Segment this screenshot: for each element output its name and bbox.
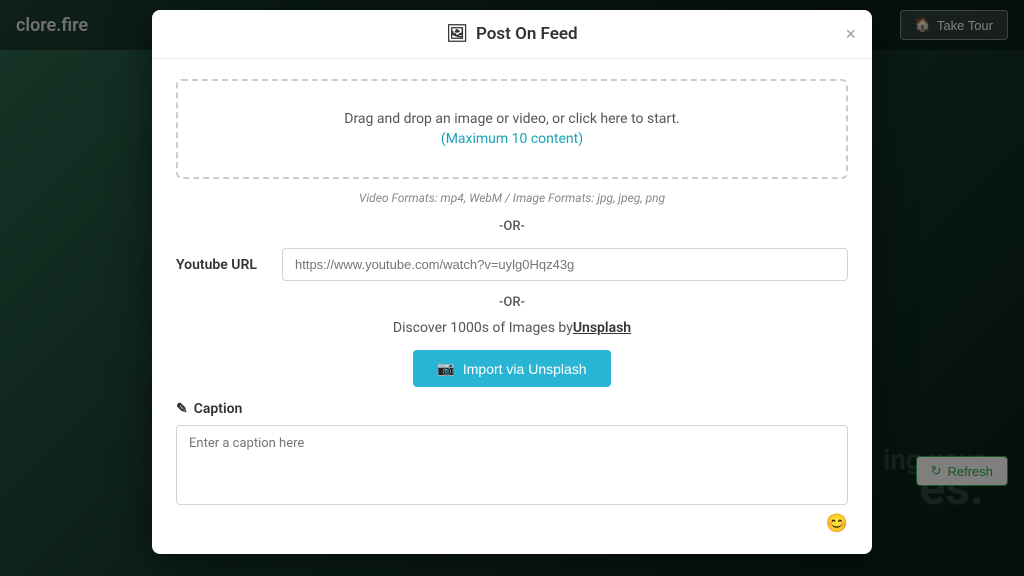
drop-zone-limit: (Maximum 10 content) xyxy=(198,131,826,147)
post-on-feed-modal: 🖼 Post On Feed × Drag and drop an image … xyxy=(152,10,872,554)
unsplash-discover-text: Discover 1000s of Images byUnsplash xyxy=(176,320,848,336)
image-icon: 🖼 xyxy=(446,24,468,44)
emoji-button[interactable]: 😊 xyxy=(826,513,848,534)
modal-close-button[interactable]: × xyxy=(845,25,856,43)
modal-overlay: 🖼 Post On Feed × Drag and drop an image … xyxy=(0,0,1024,576)
youtube-url-input[interactable] xyxy=(282,248,848,281)
modal-title-text: Post On Feed xyxy=(476,24,578,44)
or-divider-1: -OR- xyxy=(176,219,848,234)
import-unsplash-button[interactable]: 📷 Import via Unsplash xyxy=(413,350,610,387)
modal-header: 🖼 Post On Feed × xyxy=(152,10,872,59)
drop-zone[interactable]: Drag and drop an image or video, or clic… xyxy=(176,79,848,179)
drop-zone-text: Drag and drop an image or video, or clic… xyxy=(198,111,826,127)
caption-footer: 😊 xyxy=(176,513,848,534)
youtube-url-label: Youtube URL xyxy=(176,257,266,273)
youtube-url-row: Youtube URL xyxy=(176,248,848,281)
format-hint-text: Video Formats: mp4, WebM / Image Formats… xyxy=(359,191,665,205)
caption-label: ✎ Caption xyxy=(176,401,848,417)
format-hint: Video Formats: mp4, WebM / Image Formats… xyxy=(176,191,848,205)
camera-icon: 📷 xyxy=(437,360,454,377)
caption-textarea[interactable] xyxy=(176,425,848,505)
modal-title: 🖼 Post On Feed xyxy=(446,24,577,44)
caption-section: ✎ Caption 😊 xyxy=(176,401,848,534)
caption-label-text: Caption xyxy=(194,401,243,417)
edit-icon: ✎ xyxy=(176,401,188,417)
import-unsplash-label: Import via Unsplash xyxy=(463,361,587,377)
or-divider-2: -OR- xyxy=(176,295,848,310)
discover-label: Discover 1000s of Images by xyxy=(393,320,573,336)
unsplash-link[interactable]: Unsplash xyxy=(573,320,631,336)
modal-body: Drag and drop an image or video, or clic… xyxy=(152,59,872,554)
